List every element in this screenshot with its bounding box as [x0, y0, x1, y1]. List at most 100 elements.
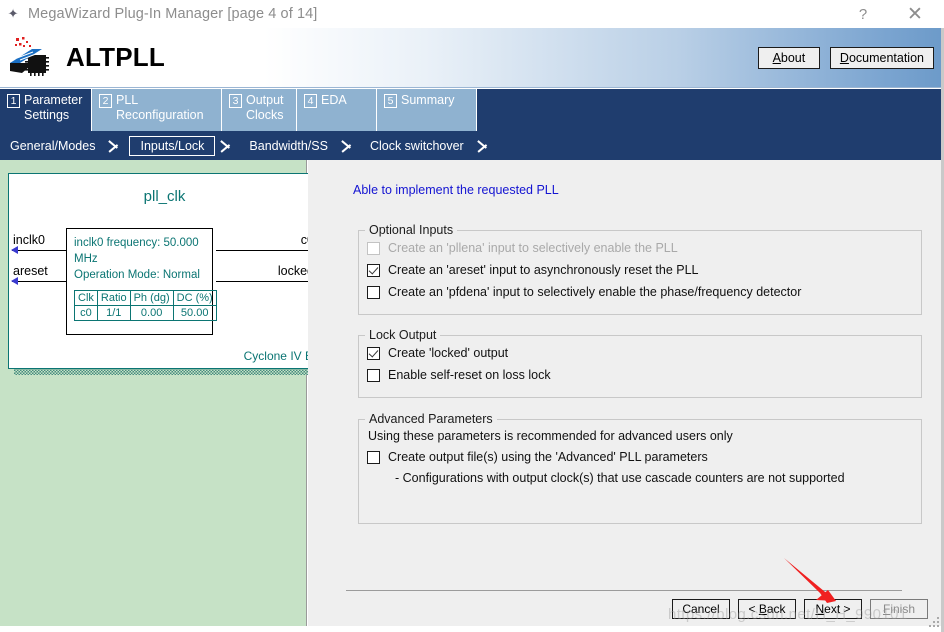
- tab-label: Summary: [401, 93, 455, 107]
- table-header-row: Clk Ratio Ph (dg) DC (%): [74, 290, 217, 306]
- group-legend-advanced-parameters: Advanced Parameters: [369, 412, 493, 426]
- tab-eda[interactable]: 4 EDA: [297, 89, 377, 131]
- checkbox-label-self-reset: Enable self-reset on loss lock: [388, 368, 551, 382]
- checkbox-row-pfdena[interactable]: Create an 'pfdena' input to selectively …: [367, 281, 921, 303]
- block-diagram: pll_clk inclk0 areset c0 locked inclk0 f…: [8, 173, 327, 375]
- documentation-button[interactable]: Documentation: [829, 46, 934, 69]
- checkbox-label-advanced-output-files: Create output file(s) using the 'Advance…: [388, 450, 708, 464]
- resize-grip[interactable]: [928, 616, 940, 628]
- advanced-subnote: - Configurations with output clock(s) th…: [395, 471, 845, 485]
- checkbox-row-locked-output[interactable]: Create 'locked' output: [367, 342, 921, 364]
- checkbox-row-areset[interactable]: Create an 'areset' input to asynchronous…: [367, 259, 921, 281]
- finish-button[interactable]: Finish: [870, 599, 928, 619]
- tab-number: 2: [99, 94, 112, 108]
- wire-locked: [216, 281, 316, 282]
- tab-label: Output Clocks: [246, 93, 284, 122]
- td-phase: 0.00: [129, 305, 174, 321]
- td-ratio: 1/1: [96, 305, 131, 321]
- finish-button-label: Finish: [882, 602, 916, 616]
- tab-number: 3: [229, 94, 242, 108]
- tab-summary[interactable]: 5 Summary: [377, 89, 477, 131]
- wand-icon: ✦: [7, 6, 19, 21]
- breadcrumb-item-general-modes[interactable]: General/Modes: [0, 139, 105, 153]
- app-header: ALTPLL About Documentation: [0, 28, 944, 88]
- th-duty-cycle: DC (%): [172, 290, 217, 306]
- checkbox-pfdena[interactable]: [367, 285, 380, 299]
- checkbox-areset[interactable]: [367, 263, 380, 277]
- status-message: Able to implement the requested PLL: [353, 183, 559, 197]
- th-ratio: Ratio: [96, 290, 131, 306]
- breadcrumb-item-bandwidth-ss[interactable]: Bandwidth/SS: [239, 139, 338, 153]
- tab-label: Parameter Settings: [24, 93, 83, 122]
- chevron-right-icon: [105, 131, 127, 160]
- page-title: ALTPLL: [66, 42, 165, 72]
- device-family-label: Cyclone IV E: [243, 349, 313, 363]
- tab-number: 4: [304, 94, 317, 108]
- arrow-in-inclk0: [11, 246, 18, 254]
- th-clk: Clk: [74, 290, 98, 306]
- tab-parameter-settings[interactable]: 1 Parameter Settings: [0, 89, 92, 131]
- tab-number: 1: [7, 94, 20, 108]
- diagram-clock-table: Clk Ratio Ph (dg) DC (%) c0 1/1 0.00 50.…: [74, 290, 217, 321]
- wire-c0: [216, 250, 316, 251]
- wire-inclk0: [12, 250, 68, 251]
- settings-panel: Able to implement the requested PLL Opti…: [308, 160, 944, 626]
- chevron-right-icon: [338, 131, 360, 160]
- checkbox-advanced-output-files[interactable]: [367, 450, 380, 464]
- checkbox-pllena: [367, 241, 380, 255]
- chevron-right-icon: [217, 131, 239, 160]
- next-button[interactable]: Next >: [804, 599, 862, 619]
- next-button-label: Next >: [815, 602, 851, 616]
- group-optional-inputs: Optional Inputs Create an 'pllena' input…: [358, 223, 922, 315]
- checkbox-row-self-reset[interactable]: Enable self-reset on loss lock: [367, 364, 921, 386]
- checkbox-label-pllena: Create an 'pllena' input to selectively …: [388, 241, 678, 255]
- group-legend-lock-output: Lock Output: [369, 328, 437, 342]
- wire-areset: [12, 281, 68, 282]
- td-clk: c0: [74, 305, 98, 321]
- diagram-box: pll_clk inclk0 areset c0 locked inclk0 f…: [8, 173, 321, 369]
- tab-output-clocks[interactable]: 3 Output Clocks: [222, 89, 297, 131]
- title-bar: ✦ MegaWizard Plug-In Manager [page 4 of …: [0, 0, 944, 28]
- checkbox-row-advanced-output-files[interactable]: Create output file(s) using the 'Advance…: [367, 446, 921, 468]
- arrow-in-areset: [11, 277, 18, 285]
- close-icon[interactable]: ✕: [886, 0, 944, 28]
- footer-divider: [346, 590, 902, 591]
- back-button-label: < Back: [748, 602, 786, 616]
- breadcrumb-item-clock-switchover[interactable]: Clock switchover: [360, 139, 474, 153]
- group-legend-optional-inputs: Optional Inputs: [369, 223, 454, 237]
- tab-strip-filler: [477, 89, 944, 131]
- about-button-label: About: [772, 50, 806, 65]
- help-button[interactable]: ?: [840, 0, 886, 28]
- diagram-info-frequency: inclk0 frequency: 50.000 MHz: [74, 237, 199, 265]
- checkbox-row-pllena: Create an 'pllena' input to selectively …: [367, 237, 921, 259]
- diagram-title: pll_clk: [143, 188, 186, 205]
- advanced-note: Using these parameters is recommended fo…: [368, 429, 733, 443]
- checkbox-self-reset[interactable]: [367, 368, 380, 382]
- wizard-tab-strip: 1 Parameter Settings 2 PLL Reconfigurati…: [0, 89, 944, 131]
- td-duty-cycle: 50.00: [172, 305, 217, 321]
- diagram-info-mode: Operation Mode: Normal: [74, 269, 200, 281]
- cancel-button[interactable]: Cancel: [672, 599, 730, 619]
- about-button[interactable]: About: [757, 46, 820, 69]
- checkbox-label-pfdena: Create an 'pfdena' input to selectively …: [388, 285, 802, 299]
- back-button[interactable]: < Back: [738, 599, 796, 619]
- group-lock-output: Lock Output Create 'locked' output Enabl…: [358, 328, 922, 398]
- tab-label: PLL Reconfiguration: [116, 93, 204, 122]
- altera-chip-logo: [6, 35, 58, 81]
- tab-label: EDA: [321, 93, 347, 107]
- tab-pll-reconfiguration[interactable]: 2 PLL Reconfiguration: [92, 89, 222, 131]
- tab-number: 5: [384, 94, 397, 108]
- footer-button-bar: Cancel < Back Next > Finish: [672, 599, 928, 619]
- breadcrumb: General/Modes Inputs/Lock Bandwidth/SS C…: [0, 131, 944, 160]
- checkbox-locked-output[interactable]: [367, 346, 380, 360]
- port-label-inclk0: inclk0: [13, 233, 45, 247]
- group-advanced-parameters: Advanced Parameters Using these paramete…: [358, 412, 922, 524]
- breadcrumb-item-inputs-lock[interactable]: Inputs/Lock: [129, 135, 216, 156]
- checkbox-label-areset: Create an 'areset' input to asynchronous…: [388, 263, 699, 277]
- block-diagram-panel: pll_clk inclk0 areset c0 locked inclk0 f…: [0, 160, 327, 626]
- cancel-button-label: Cancel: [682, 602, 720, 616]
- window-title: MegaWizard Plug-In Manager [page 4 of 14…: [28, 6, 318, 22]
- chevron-right-icon: [474, 131, 496, 160]
- port-label-areset: areset: [13, 264, 48, 278]
- th-phase: Ph (dg): [129, 290, 174, 306]
